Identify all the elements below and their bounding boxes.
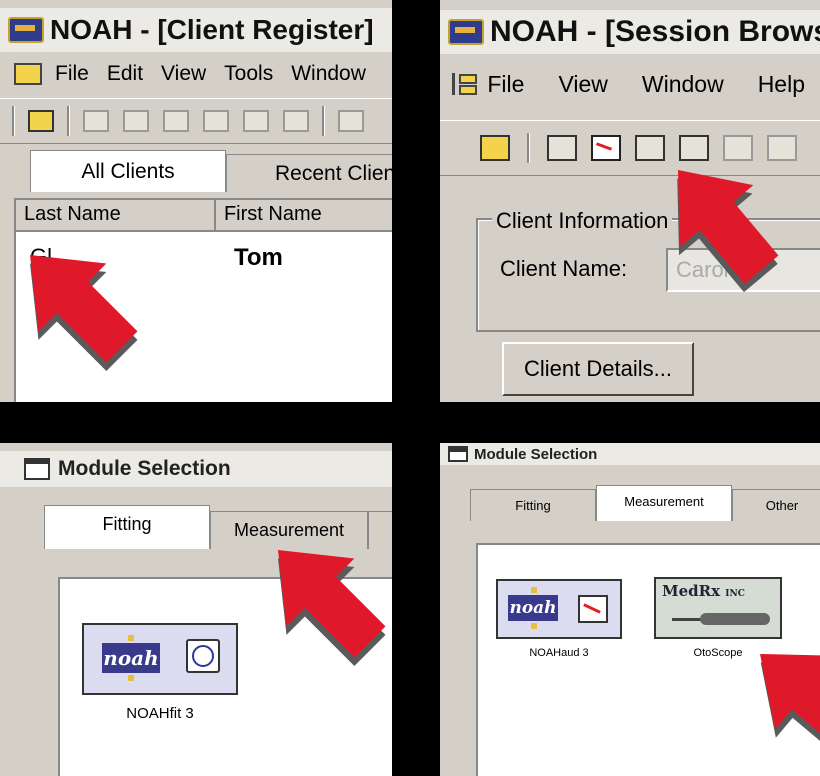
annotation-overlay [0,139,820,776]
red-arrow-icon [0,221,156,390]
red-arrow-icon [244,516,404,685]
red-arrow-icon [640,139,799,309]
red-arrow-icon [729,617,820,776]
